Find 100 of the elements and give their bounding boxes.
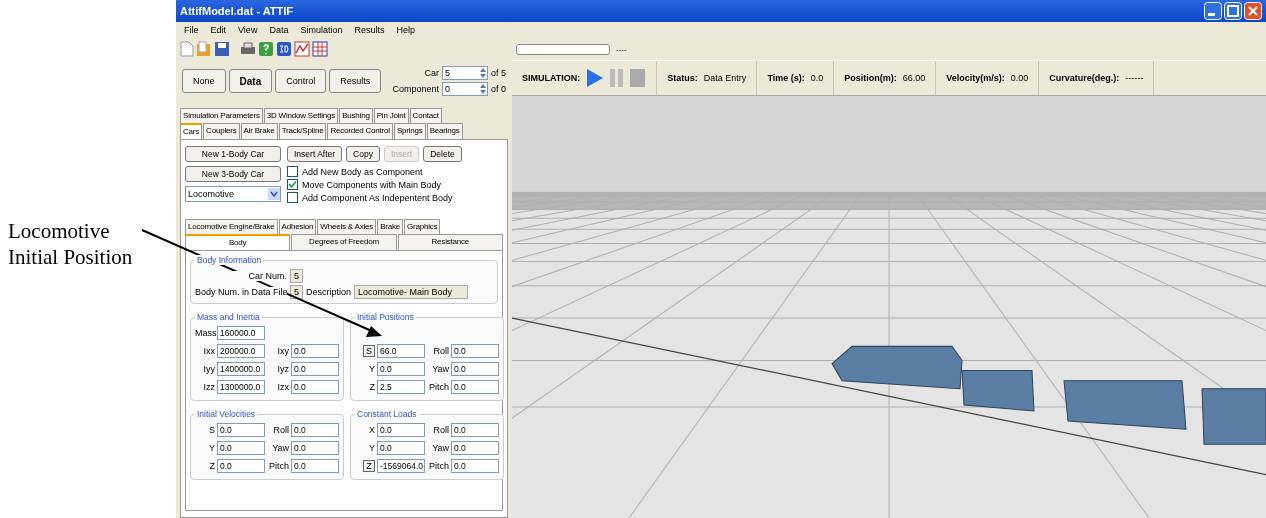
tab[interactable]: Air Brake: [240, 123, 278, 139]
input-field[interactable]: 0.0: [217, 441, 265, 455]
tab[interactable]: Pin Joint: [373, 108, 409, 123]
close-icon[interactable]: [1244, 2, 1262, 20]
mode-button[interactable]: Results: [329, 69, 382, 93]
tab[interactable]: Locomotive Engine/Brake: [185, 219, 278, 234]
input-field[interactable]: 0.0: [377, 423, 425, 437]
field-label: Y: [208, 443, 215, 453]
printer-icon[interactable]: [240, 41, 256, 57]
input-field[interactable]: 0.0: [451, 459, 499, 473]
car-type-dropdown[interactable]: Locomotive: [185, 186, 281, 202]
field-label: Yaw: [271, 443, 289, 453]
input-field[interactable]: 0.0: [291, 423, 339, 437]
menu-item[interactable]: File: [184, 25, 199, 35]
checkbox-label: Add Component As Indepentent Body: [302, 192, 453, 203]
axis-button[interactable]: S: [363, 345, 375, 357]
input-field[interactable]: 0.0: [451, 362, 499, 376]
group-title: Constant Loads: [355, 409, 419, 419]
menu-item[interactable]: Results: [354, 25, 385, 35]
input-field[interactable]: 0.0: [291, 380, 339, 394]
tab[interactable]: Adhesion: [278, 219, 317, 234]
tab[interactable]: 3D Window Settings: [263, 108, 339, 123]
car-num-field: 5: [290, 269, 303, 283]
play-icon[interactable]: [586, 68, 605, 88]
field-label: S: [208, 425, 215, 435]
input-field[interactable]: 0.0: [291, 344, 339, 358]
status-label: Curvature(deg.):: [1049, 73, 1120, 83]
tab[interactable]: Wheels & Axles: [317, 219, 377, 234]
new-car-button[interactable]: New 1-Body Car: [185, 146, 281, 162]
input-field[interactable]: 0.0: [451, 344, 499, 358]
input-field[interactable]: 0.0: [217, 459, 265, 473]
input-field[interactable]: 0.0: [291, 441, 339, 455]
tab[interactable]: Couplers: [203, 123, 240, 139]
input-field[interactable]: 0.0: [451, 380, 499, 394]
action-button[interactable]: Delete: [423, 146, 462, 162]
field-label: Izx: [276, 382, 289, 392]
input-field[interactable]: 0.0: [451, 423, 499, 437]
tab[interactable]: Graphics: [404, 219, 441, 234]
window-title: AttifModel.dat - ATTIF: [180, 5, 294, 17]
input-field[interactable]: 0.0: [377, 362, 425, 376]
input-field[interactable]: 0.0: [217, 423, 265, 437]
tab[interactable]: Body: [185, 234, 291, 250]
tab[interactable]: Brake: [377, 219, 404, 234]
mode-button[interactable]: Control: [275, 69, 327, 93]
body-num-field: 5: [290, 285, 303, 299]
action-button[interactable]: Copy: [346, 146, 380, 162]
tab[interactable]: Degrees of Freedom: [291, 234, 397, 250]
field-label: Y: [368, 443, 375, 453]
progress-text: ----: [616, 44, 627, 54]
status-label: Velocity(m/s):: [946, 73, 1005, 83]
minimize-icon[interactable]: [1204, 2, 1222, 20]
menu-item[interactable]: Data: [269, 25, 289, 35]
tab[interactable]: Recorded Control: [327, 123, 393, 139]
action-button[interactable]: Insert After: [287, 146, 343, 162]
input-field[interactable]: 0.0: [377, 441, 425, 455]
save-icon[interactable]: [214, 41, 230, 57]
menu-item[interactable]: Edit: [210, 25, 227, 35]
dropdown-arrow-icon[interactable]: [268, 188, 280, 200]
new-car-button[interactable]: New 3-Body Car: [185, 166, 281, 182]
tab[interactable]: Cars: [180, 123, 203, 139]
menu-item[interactable]: Simulation: [300, 25, 343, 35]
tab[interactable]: Bushing: [339, 108, 373, 123]
mode-button[interactable]: Data: [228, 69, 273, 93]
group-title: Body Information: [195, 255, 264, 265]
field-label: Izz: [202, 382, 215, 392]
input-field[interactable]: 66.0: [377, 344, 425, 358]
checkbox[interactable]: [287, 166, 298, 177]
field-label: Yaw: [431, 364, 449, 374]
tab[interactable]: Contact: [409, 108, 442, 123]
input-field[interactable]: 1400000.0: [217, 362, 265, 376]
menu-item[interactable]: View: [238, 25, 258, 35]
help-icon[interactable]: [258, 41, 274, 57]
spinner-field[interactable]: 0: [442, 82, 488, 96]
tab[interactable]: Simulation Parameters: [180, 108, 263, 123]
input-field[interactable]: 0.0: [451, 441, 499, 455]
spin-arrows-icon[interactable]: [479, 83, 487, 95]
input-field[interactable]: 200000.0: [217, 344, 265, 358]
tab[interactable]: Bearings: [426, 123, 463, 139]
input-field[interactable]: 0.0: [291, 362, 339, 376]
tab[interactable]: Resistance: [397, 234, 503, 250]
input-field[interactable]: 160000.0: [217, 326, 265, 340]
field-label: Pitch: [268, 461, 289, 471]
menu-item[interactable]: Help: [396, 25, 415, 35]
checkbox[interactable]: [287, 179, 298, 190]
input-field[interactable]: 2.5: [377, 380, 425, 394]
input-field[interactable]: 1300000.0: [217, 380, 265, 394]
mode-button[interactable]: None: [182, 69, 226, 93]
axis-button[interactable]: Z: [363, 460, 375, 472]
group-title: Mass and Inertia: [195, 312, 262, 322]
input-field[interactable]: 0.0: [291, 459, 339, 473]
tab[interactable]: Track/Spline: [278, 123, 327, 139]
spin-arrows-icon[interactable]: [479, 67, 487, 79]
chart-icon[interactable]: [294, 41, 310, 57]
3d-view-icon[interactable]: [276, 41, 292, 57]
maximize-icon[interactable]: [1224, 2, 1242, 20]
grid-icon[interactable]: [312, 41, 328, 57]
tab[interactable]: Springs: [393, 123, 426, 139]
checkbox[interactable]: [287, 192, 298, 203]
spinner-field[interactable]: 5: [442, 66, 488, 80]
input-field[interactable]: -1569064.0: [377, 459, 425, 473]
